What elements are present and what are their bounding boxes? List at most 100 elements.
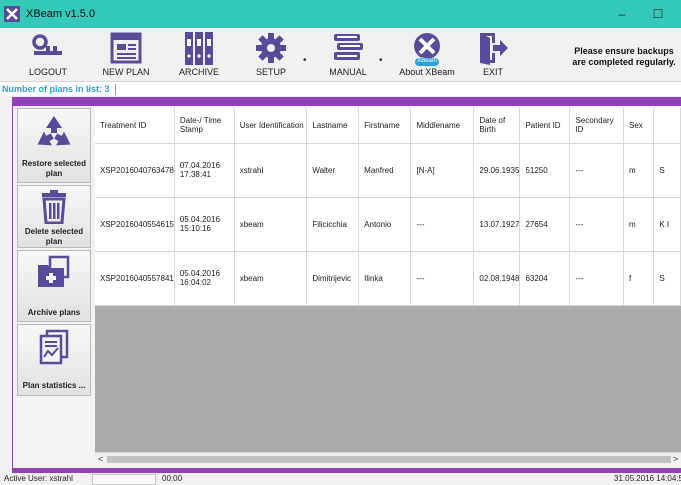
column-header[interactable]: Firstname	[358, 108, 412, 144]
table-cell: xstrahl	[234, 143, 308, 198]
table-cell: [N-A]	[410, 143, 475, 198]
backup-reminder: Please ensure backups are completed regu…	[572, 46, 676, 67]
table-cell: 05.04.2016 15:10:16	[174, 197, 235, 252]
column-header[interactable]	[653, 108, 681, 144]
plan-count-value: 3	[104, 84, 110, 94]
table-cell: f	[623, 251, 655, 306]
table-cell: xbeam	[234, 251, 308, 306]
column-header[interactable]: Sex	[623, 108, 655, 144]
table-cell: ---	[569, 197, 624, 252]
books-icon	[334, 34, 363, 60]
close-button[interactable]: ✕	[672, 0, 681, 28]
status-bar: Active User: xstrahl 00:00 31.05.2016 14…	[0, 474, 681, 485]
table-cell: 63204	[519, 251, 571, 306]
active-user-status: Active User: xstrahl	[4, 474, 73, 483]
archive-binders-icon	[185, 32, 213, 65]
session-time: 00:00	[162, 474, 183, 483]
column-header[interactable]: Patient ID	[519, 108, 571, 144]
column-header[interactable]: Date-/ Time Stamp	[174, 108, 235, 144]
plan-table-area: Treatment ID Date-/ Time Stamp User Iden…	[95, 108, 681, 465]
plan-actions-panel: Restore selected plan Delete selected pl…	[17, 108, 91, 464]
trash-icon	[42, 190, 66, 224]
archive-label: ARCHIVE	[178, 67, 219, 77]
window-title: XBeam v1.5.0	[26, 8, 96, 20]
scroll-right-arrow[interactable]: >	[673, 454, 678, 464]
table-cell: XSP2016040554615	[95, 197, 175, 252]
table-row[interactable]: XSP2016040763478 07.04.2016 17:38:41 xst…	[95, 143, 681, 198]
table-cell: Antonio	[358, 197, 412, 252]
table-cell: 05.04.2016 16:04:02	[174, 251, 235, 306]
exit-button[interactable]: EXIT	[473, 28, 513, 80]
maximize-button[interactable]: ☐	[640, 0, 676, 28]
table-cell: S	[653, 143, 681, 198]
logout-button[interactable]: LOGOUT	[18, 28, 78, 80]
table-cell: ---	[569, 251, 624, 306]
toolbar-separator-2: •	[379, 55, 383, 66]
column-header[interactable]: Lastname	[306, 108, 360, 144]
table-cell: 13.07.1927	[473, 197, 521, 252]
table-cell: K I	[653, 197, 681, 252]
plan-statistics-label: Plan statistics ...	[22, 381, 86, 390]
gear-icon	[256, 33, 286, 63]
archive-button[interactable]: ARCHIVE	[174, 28, 224, 80]
xbeam-badge-text: XBeam	[417, 58, 437, 64]
setup-label: SETUP	[255, 67, 286, 77]
setup-button[interactable]: SETUP	[246, 28, 296, 80]
table-cell: 27654	[519, 197, 571, 252]
new-plan-button[interactable]: NEW PLAN	[96, 28, 156, 80]
plan-table: Treatment ID Date-/ Time Stamp User Iden…	[95, 108, 681, 306]
column-header[interactable]: User Identification	[234, 108, 308, 144]
column-header[interactable]: Middlename	[410, 108, 475, 144]
xbeam-app-window: XBeam v1.5.0 – ☐ ✕ LOGOUT	[0, 0, 681, 485]
about-xbeam-button[interactable]: XBeam About XBeam	[392, 28, 462, 80]
table-cell: 51250	[519, 143, 571, 198]
table-cell: ---	[410, 197, 475, 252]
column-header[interactable]: Date of Birth	[473, 108, 521, 144]
scroll-thumb[interactable]	[107, 456, 671, 463]
archive-folder-icon	[38, 255, 70, 287]
table-cell: ---	[569, 143, 624, 198]
xbeam-app-icon	[4, 6, 20, 22]
column-header[interactable]: Secondary ID	[569, 108, 624, 144]
main-toolbar: LOGOUT NEW PLAN ARCHIVE SETUP • MANUAL •…	[0, 28, 681, 80]
table-header-row: Treatment ID Date-/ Time Stamp User Iden…	[95, 108, 681, 144]
column-header[interactable]: Treatment ID	[95, 108, 175, 144]
restore-plan-button[interactable]: Restore selected plan	[17, 108, 91, 183]
plan-count-label: Number of plans in list: 3	[2, 84, 110, 94]
archive-plans-button[interactable]: Archive plans	[17, 250, 91, 322]
table-cell: XSP2016040557841	[95, 251, 175, 306]
table-cell: 07.04.2016 17:38:41	[174, 143, 235, 198]
scroll-left-arrow[interactable]: <	[98, 454, 103, 464]
statistics-document-icon	[39, 329, 69, 365]
table-cell: XSP2016040763478	[95, 143, 175, 198]
table-cell: 02.08.1948	[473, 251, 521, 306]
table-cell: 29.06.1935	[473, 143, 521, 198]
plan-count-bar: Number of plans in list: 3	[0, 81, 681, 96]
table-cell: xbeam	[234, 197, 308, 252]
status-field	[92, 474, 156, 485]
logout-label: LOGOUT	[28, 67, 67, 77]
minimize-button[interactable]: –	[604, 0, 640, 28]
about-xbeam-label: About XBeam	[399, 67, 455, 77]
table-cell: Manfred	[358, 143, 412, 198]
exit-door-icon	[480, 33, 508, 65]
table-row[interactable]: XSP2016040554615 05.04.2016 15:10:16 xbe…	[95, 197, 681, 252]
restore-plan-label: Restore selected plan	[21, 159, 87, 178]
key-icon	[32, 34, 62, 55]
plan-statistics-button[interactable]: Plan statistics ...	[17, 324, 91, 396]
delete-plan-label: Delete selected plan	[24, 227, 84, 246]
table-cell: m	[623, 197, 655, 252]
manual-button[interactable]: MANUAL	[318, 28, 378, 80]
table-cell: ---	[410, 251, 475, 306]
table-cell: S	[653, 251, 681, 306]
plan-count-text: Number of plans in list:	[2, 84, 103, 94]
table-cell: Walter	[306, 143, 360, 198]
count-divider	[115, 84, 116, 95]
exit-label: EXIT	[482, 67, 503, 77]
delete-plan-button[interactable]: Delete selected plan	[17, 185, 91, 248]
new-plan-label: NEW PLAN	[102, 67, 150, 77]
table-cell: Filicicchia	[306, 197, 360, 252]
table-row[interactable]: XSP2016040557841 05.04.2016 16:04:02 xbe…	[95, 251, 681, 306]
archive-plans-label: Archive plans	[27, 308, 81, 317]
horizontal-scrollbar[interactable]: < >	[95, 452, 681, 465]
